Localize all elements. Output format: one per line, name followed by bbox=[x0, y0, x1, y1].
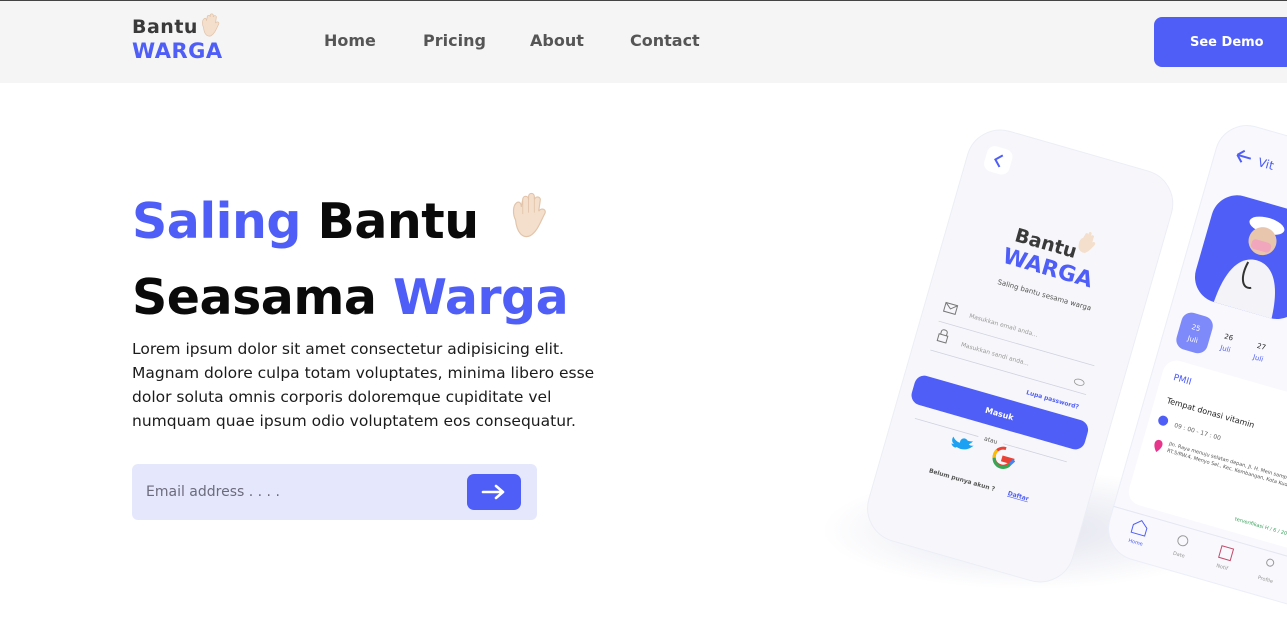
phone-mockups: Vit 25 Juli 26 Juli 27 Juli PMII Tempat … bbox=[867, 125, 1287, 607]
